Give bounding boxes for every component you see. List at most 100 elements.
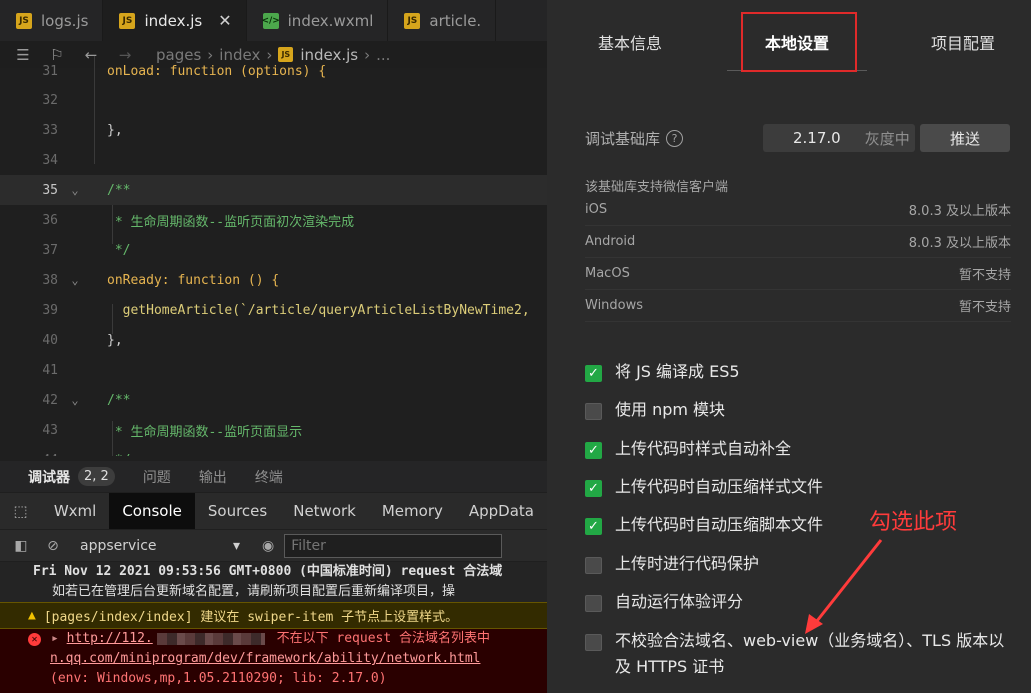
checkbox[interactable] xyxy=(585,634,602,651)
fold-chevron-icon[interactable]: ⌄ xyxy=(60,393,90,407)
code-text: onLoad: function (options) { xyxy=(107,63,327,79)
tab-console[interactable]: Console xyxy=(109,493,195,529)
code-text: * 生命周期函数--监听页面初次渲染完成 xyxy=(107,214,355,230)
option-minify-css[interactable]: ✓ 上传代码时自动压缩样式文件 xyxy=(585,477,1015,500)
platform-row: Windows 暂不支持 xyxy=(585,290,1011,322)
tab-memory[interactable]: Memory xyxy=(369,493,456,529)
platform-value: 8.0.3 及以上版本 xyxy=(908,204,1011,219)
sidebar-toggle-icon[interactable]: ◧ xyxy=(10,538,32,554)
tab-label: logs.js xyxy=(41,11,89,30)
platform-row: MacOS 暂不支持 xyxy=(585,258,1011,290)
tab-logs-js[interactable]: JS logs.js xyxy=(0,0,104,41)
line-number: 40 xyxy=(42,332,58,348)
code-text: }, xyxy=(107,122,123,138)
tab-basic-info[interactable]: 基本信息 xyxy=(598,30,662,54)
checkbox[interactable]: ✓ xyxy=(585,442,602,459)
line-number: 38 xyxy=(42,272,58,288)
code-text: }, xyxy=(107,332,123,348)
debug-lib-label: 调试基础库 xyxy=(585,129,661,148)
option-label: 使用 npm 模块 xyxy=(615,400,726,419)
tab-appdata[interactable]: AppData xyxy=(456,493,547,529)
checkbox[interactable] xyxy=(585,557,602,574)
option-label: 上传代码时自动压缩脚本文件 xyxy=(615,515,824,534)
log-line: Fri Nov 12 2021 09:53:56 GMT+0800 (中国标准时… xyxy=(33,564,503,579)
js-file-icon: JS xyxy=(404,12,421,29)
help-icon[interactable]: ? xyxy=(666,129,684,147)
expand-triangle-icon[interactable]: ▸ xyxy=(51,631,67,646)
tab-project-config[interactable]: 项目配置 xyxy=(931,30,995,54)
code-line: 36 * 生命周期函数--监听页面初次渲染完成 xyxy=(0,205,547,235)
code-line: 44 */ xyxy=(0,445,547,457)
option-label: 上传代码时自动压缩样式文件 xyxy=(615,477,824,496)
tab-wxml[interactable]: Wxml xyxy=(41,493,110,529)
tab-problems[interactable]: 问题 xyxy=(143,467,171,487)
option-label: 上传时进行代码保护 xyxy=(615,554,760,573)
devtools-tab-bar: ⬚ Wxml Console Sources Network Memory Ap… xyxy=(0,493,547,529)
fold-chevron-icon[interactable]: ⌄ xyxy=(60,183,90,197)
tab-label: article. xyxy=(429,11,482,30)
line-number: 43 xyxy=(42,422,58,438)
code-editor[interactable]: 31 onLoad: function (options) { 32 33 },… xyxy=(0,56,547,456)
fold-chevron-icon[interactable]: ⌄ xyxy=(60,273,90,287)
code-text: */ xyxy=(107,242,131,258)
option-label: 将 JS 编译成 ES5 xyxy=(615,362,740,381)
tab-article-js[interactable]: JS article. xyxy=(388,0,497,41)
error-doc-link[interactable]: n.qq.com/miniprogram/dev/framework/abili… xyxy=(0,649,547,669)
line-number: 41 xyxy=(42,362,58,378)
code-line: 39 getHomeArticle(`/article/queryArticle… xyxy=(0,295,547,325)
lib-gray-label: 灰度中 xyxy=(864,129,910,148)
code-line: 31 onLoad: function (options) { xyxy=(0,56,547,86)
platform-name: Windows xyxy=(585,298,644,313)
js-file-icon: JS xyxy=(16,12,32,29)
tab-debugger[interactable]: 调试器 xyxy=(28,467,70,487)
line-number: 31 xyxy=(42,63,58,79)
tab-network[interactable]: Network xyxy=(280,493,369,529)
checkbox[interactable]: ✓ xyxy=(585,480,602,497)
platform-value: 暂不支持 xyxy=(958,300,1011,315)
code-text: */ xyxy=(90,453,131,457)
line-number: 35 xyxy=(42,182,58,198)
platform-row: iOS 8.0.3 及以上版本 xyxy=(585,194,1011,226)
option-skip-domain-check[interactable]: 不校验合法域名、web-view（业务域名）、TLS 版本以及 HTTPS 证书 xyxy=(585,631,1015,680)
lib-version-select[interactable]: 2.17.0 灰度中 xyxy=(763,124,915,152)
annotation-text: 勾选此项 xyxy=(869,510,958,535)
checkbox[interactable] xyxy=(585,595,602,612)
code-line: 33 }, xyxy=(0,115,547,145)
inspect-element-icon[interactable]: ⬚ xyxy=(0,493,41,529)
option-compile-es5[interactable]: ✓ 将 JS 编译成 ES5 xyxy=(585,362,1015,385)
option-npm[interactable]: 使用 npm 模块 xyxy=(585,400,1015,423)
tab-sources[interactable]: Sources xyxy=(195,493,280,529)
lib-version-value: 2.17.0 xyxy=(793,129,841,147)
code-line: 37 */ xyxy=(0,235,547,265)
tab-index-js[interactable]: JS index.js ✕ xyxy=(103,0,247,41)
editor-pane: JS logs.js JS index.js ✕ </> index.wxml … xyxy=(0,0,547,693)
option-autoprefix[interactable]: ✓ 上传代码时样式自动补全 xyxy=(585,439,1015,462)
filter-input[interactable] xyxy=(284,533,503,558)
line-number: 36 xyxy=(42,212,58,228)
checkbox[interactable]: ✓ xyxy=(585,518,602,535)
platform-name: MacOS xyxy=(585,266,630,281)
code-line: 34 xyxy=(0,145,547,175)
debug-lib-row: 调试基础库 ? 2.17.0 灰度中 推送 xyxy=(585,124,1011,152)
option-label: 上传代码时样式自动补全 xyxy=(615,439,792,458)
js-file-icon: JS xyxy=(119,12,136,29)
push-button[interactable]: 推送 xyxy=(920,124,1010,152)
eye-icon[interactable]: ◉ xyxy=(262,538,274,554)
tab-label: index.js xyxy=(144,11,203,30)
tab-terminal[interactable]: 终端 xyxy=(255,467,283,487)
warning-icon: ▲ xyxy=(28,608,36,623)
code-line: 42 ⌄ /** xyxy=(0,385,547,415)
checkbox[interactable] xyxy=(585,403,602,420)
error-link[interactable]: http://112. xyxy=(67,631,153,646)
tab-label: index.wxml xyxy=(287,11,374,30)
checkbox[interactable]: ✓ xyxy=(585,365,602,382)
context-select[interactable]: appservice ▾ xyxy=(80,538,240,554)
line-number: 39 xyxy=(42,302,58,318)
platform-row: Android 8.0.3 及以上版本 xyxy=(585,226,1011,258)
close-icon[interactable]: ✕ xyxy=(218,11,231,30)
console-toolbar: ◧ ⊘ appservice ▾ ◉ xyxy=(0,530,547,561)
tab-output[interactable]: 输出 xyxy=(199,467,227,487)
clear-console-icon[interactable]: ⊘ xyxy=(42,538,64,554)
code-text: /** xyxy=(107,182,131,198)
tab-index-wxml[interactable]: </> index.wxml xyxy=(247,0,389,41)
